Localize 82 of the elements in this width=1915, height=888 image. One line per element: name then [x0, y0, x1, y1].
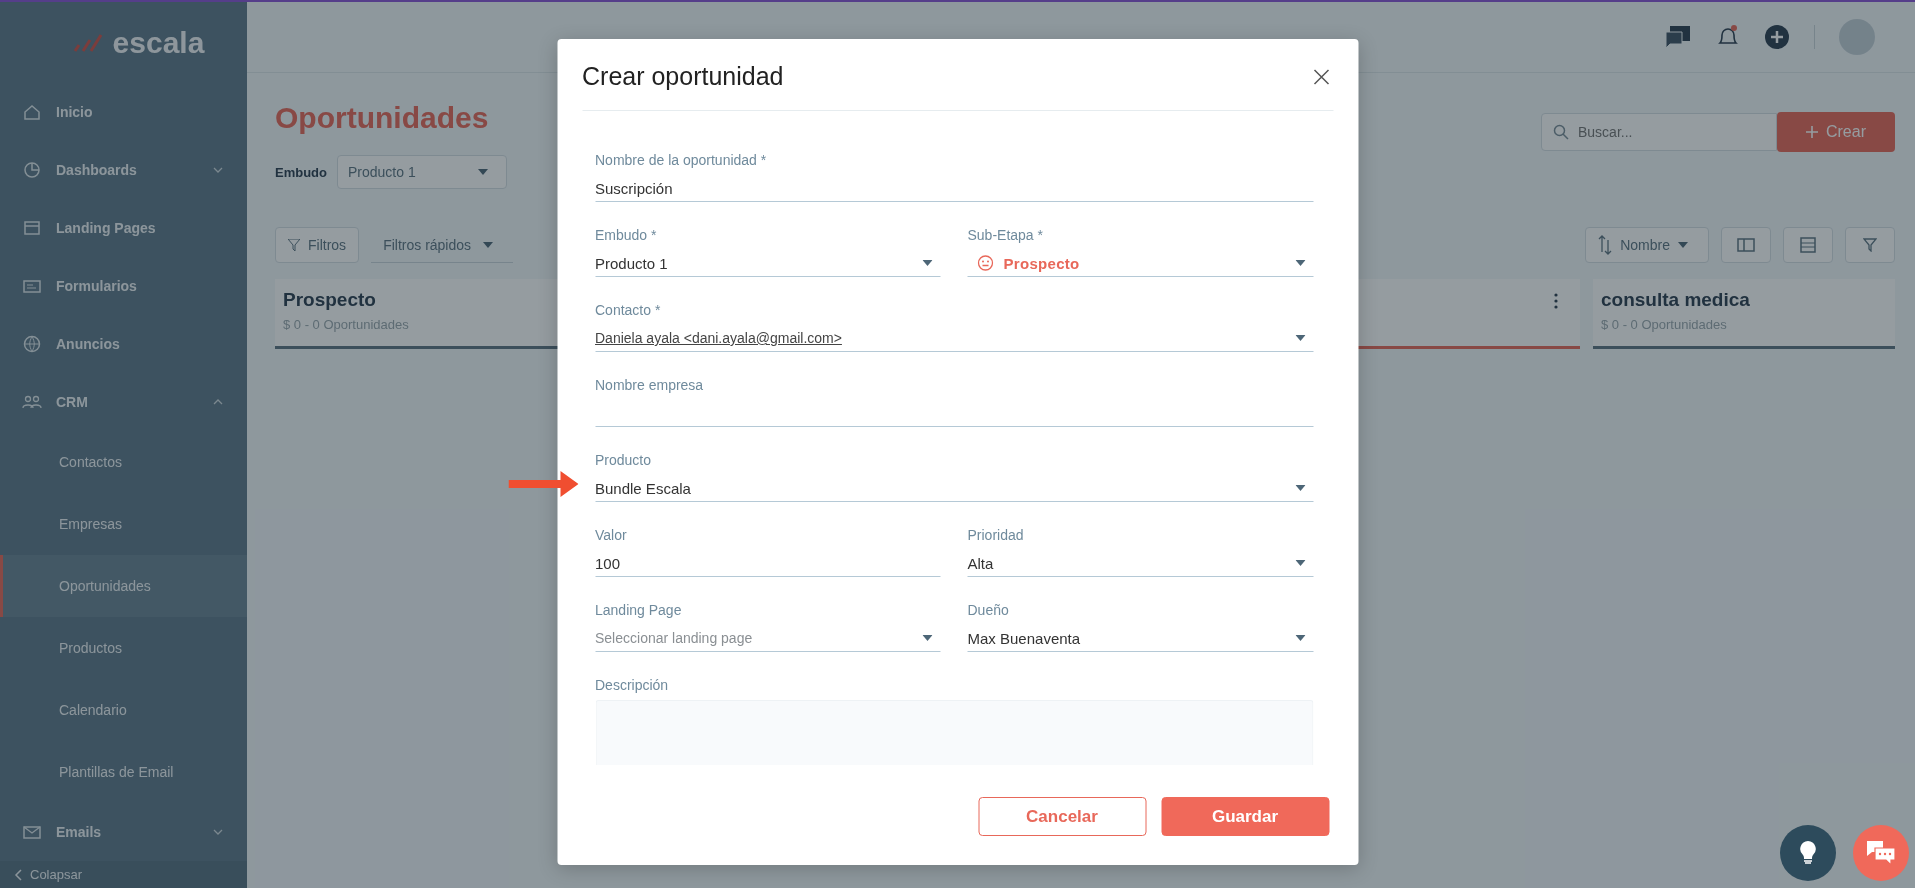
- collapse-button[interactable]: Colapsar: [0, 861, 247, 888]
- field-label: Descripción: [595, 676, 670, 694]
- create-button[interactable]: Crear: [1777, 112, 1895, 152]
- field-label: Dueño: [967, 601, 1010, 619]
- chat-bubbles-icon: [1866, 840, 1896, 866]
- pie-chart-icon: [22, 160, 42, 181]
- chevron-icon: [213, 167, 223, 174]
- quick-filters-select[interactable]: Filtros rápidos: [371, 227, 514, 263]
- sidebar-subitem[interactable]: Empresas: [0, 493, 247, 556]
- save-button[interactable]: Guardar: [1161, 797, 1329, 836]
- field-label: Producto: [595, 451, 653, 469]
- globe-icon: [22, 334, 42, 355]
- cancel-button[interactable]: Cancelar: [978, 797, 1146, 836]
- select-field[interactable]: Max Buenaventa: [967, 625, 1313, 652]
- filters-button[interactable]: Filtros: [275, 227, 360, 263]
- sort-select[interactable]: Nombre: [1585, 227, 1709, 263]
- caret-icon: [1295, 335, 1305, 341]
- select-field[interactable]: Bundle Escala: [595, 475, 1313, 502]
- sidebar-item[interactable]: Inicio: [0, 83, 247, 142]
- dialog-title: Crear oportunidad: [582, 62, 784, 91]
- contact-select[interactable]: Daniela ayala <dani.ayala@gmail.com>: [595, 325, 1313, 352]
- field-label: Nombre empresa: [595, 376, 705, 394]
- filter-view-button[interactable]: [1845, 227, 1895, 263]
- caret-icon: [922, 260, 933, 266]
- sidebar-subitem[interactable]: Calendario: [0, 679, 247, 742]
- logo-text: escala: [112, 25, 205, 60]
- lightbulb-icon: [1799, 840, 1817, 866]
- home-icon: [22, 102, 42, 123]
- sidebar-subitem[interactable]: Contactos: [0, 431, 247, 494]
- funnel-label: Embudo: [275, 164, 327, 180]
- caret-icon: [1295, 260, 1305, 266]
- caret-icon: [1295, 485, 1305, 491]
- kebab-icon[interactable]: [1554, 293, 1558, 309]
- field-label: Nombre de la oportunidad *: [595, 151, 768, 169]
- select-field[interactable]: Seleccionar landing page: [595, 625, 941, 652]
- text-field[interactable]: Suscripción: [595, 175, 1313, 202]
- caret-icon: [478, 169, 488, 175]
- sidebar-item[interactable]: Anuncios: [0, 315, 247, 374]
- select-field[interactable]: Alta: [967, 550, 1313, 577]
- column-title: Prospecto: [283, 289, 377, 311]
- sidebar-item[interactable]: Emails: [0, 803, 247, 862]
- caret-icon: [483, 241, 494, 248]
- field-label: Valor: [595, 526, 628, 544]
- filter-icon: [288, 239, 300, 251]
- sidebar-item[interactable]: Landing Pages: [0, 199, 247, 258]
- field-label: Contacto *: [595, 301, 662, 319]
- funnel-select[interactable]: Producto 1: [337, 155, 507, 189]
- field-label: Sub-Etapa *: [967, 226, 1044, 244]
- page-title: Oportunidades: [275, 101, 490, 135]
- neutral-face-icon: [977, 255, 994, 271]
- search-field[interactable]: Buscar...: [1541, 113, 1777, 151]
- add-icon[interactable]: [1764, 24, 1790, 50]
- filter-icon: [1863, 238, 1877, 252]
- sidebar-item[interactable]: Formularios: [0, 257, 247, 316]
- field-label: Embudo *: [595, 226, 658, 244]
- caret-icon: [1295, 560, 1305, 566]
- field-label: Prioridad: [967, 526, 1025, 544]
- chat-icon[interactable]: [1664, 24, 1692, 50]
- select-field[interactable]: Producto 1: [595, 250, 941, 277]
- plus-icon: [1806, 126, 1818, 138]
- grid-icon: [1800, 237, 1816, 253]
- caret-icon: [1295, 635, 1305, 641]
- sidebar-subitem[interactable]: Plantillas de Email: [0, 741, 247, 804]
- sidebar-subitem[interactable]: Oportunidades: [0, 555, 247, 618]
- chevron-icon: [213, 399, 223, 406]
- close-icon: [1313, 68, 1329, 85]
- stage-select[interactable]: Prospecto: [967, 250, 1313, 277]
- chevron-left-icon: [14, 868, 22, 881]
- board-view-button[interactable]: [1721, 227, 1771, 263]
- field-label: Landing Page: [595, 601, 683, 619]
- sort-icon: [1598, 234, 1613, 256]
- board-icon: [1737, 238, 1755, 252]
- sidebar-item[interactable]: Dashboards: [0, 141, 247, 200]
- caret-icon: [1678, 242, 1688, 248]
- arrow-icon: [508, 471, 578, 497]
- text-field[interactable]: 100: [595, 550, 941, 577]
- list-view-button[interactable]: [1783, 227, 1833, 263]
- sidebar-subitem[interactable]: Productos: [0, 617, 247, 680]
- chevron-icon: [213, 829, 223, 836]
- caret-icon: [922, 635, 933, 641]
- column-title: consulta medica: [1601, 289, 1751, 311]
- sidebar-item[interactable]: CRM: [0, 373, 247, 432]
